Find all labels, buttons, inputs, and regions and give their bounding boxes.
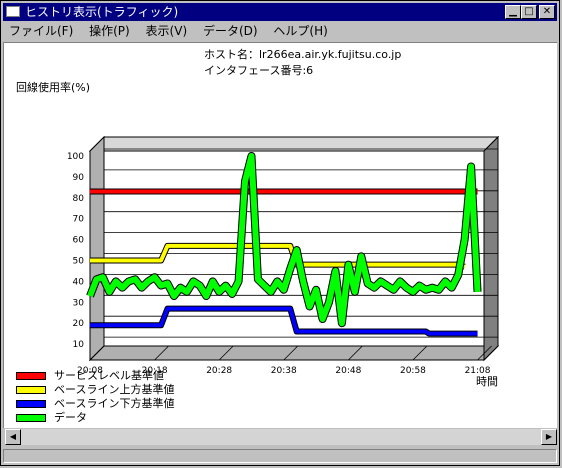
- menu-view[interactable]: 表示(V): [140, 22, 194, 41]
- y-tick-label: 10: [73, 340, 85, 350]
- close-button[interactable]: ✕: [539, 5, 555, 19]
- legend-item-baseline-lower: ベースライン下方基準値: [16, 397, 174, 410]
- menu-operation[interactable]: 操作(P): [83, 22, 136, 41]
- traffic-chart: 10203040506070809010020:08 20:18 20:28 20:3…: [67, 135, 500, 388]
- host-name-label: ホスト名：lr266ea.air.yk.fujitsu.co.jp: [204, 48, 402, 61]
- menu-help[interactable]: ヘルプ(H): [267, 22, 333, 41]
- interface-number-label: インタフェース番号:6: [204, 64, 314, 77]
- legend-swatch-green: [16, 414, 46, 422]
- legend-label: データ: [54, 411, 87, 424]
- legend-label: ベースライン下方基準値: [54, 397, 175, 410]
- y-tick-label: 40: [73, 277, 85, 287]
- x-tick-label: 20:28: [206, 366, 232, 376]
- legend-swatch-red: [16, 372, 46, 380]
- menu-data[interactable]: データ(D): [197, 22, 264, 41]
- legend-swatch-yellow: [16, 386, 46, 394]
- y-tick-label: 30: [73, 298, 85, 308]
- plot-right-wall: [483, 135, 499, 362]
- legend-item-data: データ: [16, 411, 87, 424]
- legend-item-baseline-upper: ベースライン上方基準値: [16, 383, 174, 396]
- history-window: ヒストリ表示(トラフィック) ▁ □ ✕ ファイル(F) 操作(P) 表示(V)…: [0, 0, 560, 466]
- menu-bar: ファイル(F) 操作(P) 表示(V) データ(D) ヘルプ(H): [3, 22, 557, 41]
- legend-label: ベースライン上方基準値: [54, 383, 175, 396]
- y-tick-label: 100: [67, 152, 84, 162]
- title-bar[interactable]: ヒストリ表示(トラフィック) ▁ □ ✕: [3, 3, 557, 21]
- maximize-button[interactable]: □: [521, 5, 537, 19]
- y-tick-label: 50: [73, 257, 85, 267]
- chart-app-icon: [6, 6, 20, 17]
- scroll-right-button[interactable]: ▶: [541, 429, 557, 445]
- y-tick-label: 60: [73, 236, 85, 246]
- x-tick-label: 20:48: [335, 366, 361, 376]
- window-title: ヒストリ表示(トラフィック): [25, 5, 179, 19]
- y-tick-label: 20: [73, 319, 85, 329]
- scroll-left-button[interactable]: ◀: [5, 429, 21, 445]
- x-tick-label: 20:38: [271, 366, 297, 376]
- x-tick-label: 20:58: [400, 366, 426, 376]
- y-tick-label: 70: [73, 215, 85, 225]
- y-tick-label: 80: [73, 194, 85, 204]
- minimize-button[interactable]: ▁: [505, 5, 521, 19]
- legend-item-service-level: サービスレベル基準値: [16, 369, 164, 382]
- horizontal-scrollbar[interactable]: ◀ ▶: [5, 429, 557, 445]
- chart-area: ホスト名：lr266ea.air.yk.fujitsu.co.jp インタフェー…: [3, 42, 557, 428]
- plot-floor: [88, 345, 500, 361]
- y-tick-label: 90: [73, 173, 85, 183]
- x-axis-label: 時間: [476, 375, 498, 388]
- menu-file[interactable]: ファイル(F): [3, 22, 79, 41]
- legend-swatch-blue: [16, 400, 46, 408]
- legend-label: サービスレベル基準値: [54, 369, 164, 382]
- status-bar: [3, 449, 557, 463]
